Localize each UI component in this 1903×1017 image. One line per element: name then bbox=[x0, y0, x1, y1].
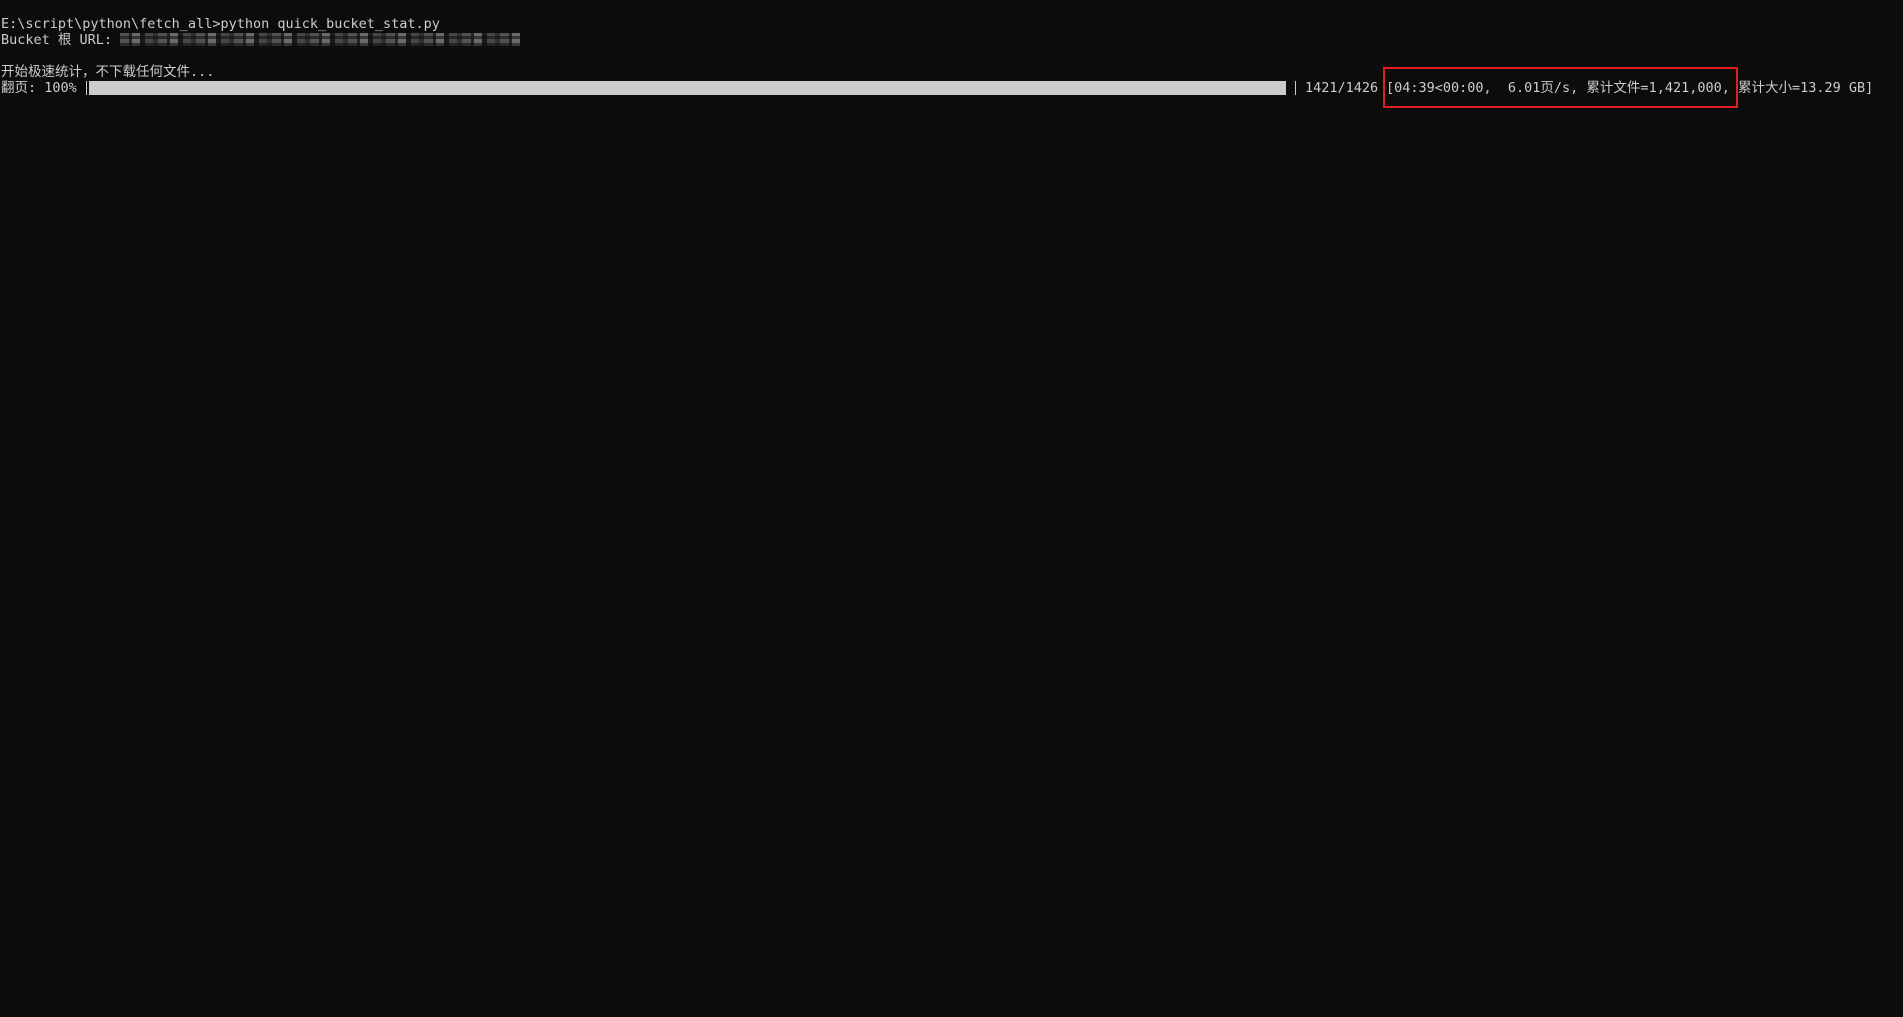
prompt-path: E:\script\python\fetch_all> bbox=[1, 16, 221, 32]
progress-count: 1421/1426 bbox=[1305, 80, 1379, 96]
progress-bar bbox=[86, 80, 1296, 95]
progress-label: 翻页: 100% bbox=[1, 80, 77, 96]
command-text: python quick_bucket_stat.py bbox=[220, 16, 440, 32]
progress-stats: [04:39<00:00, 6.01页/s, 累计文件=1,421,000, 累… bbox=[1386, 80, 1874, 96]
progress-bar-left-edge bbox=[86, 81, 87, 95]
bucket-url-label: Bucket 根 URL: bbox=[1, 32, 121, 48]
progress-bar-fill bbox=[89, 81, 1286, 95]
console-window[interactable]: E:\script\python\fetch_all>python quick_… bbox=[0, 0, 1903, 1017]
progress-line: 翻页: 100% 1421/1426 [04:39<00:00, 6.01页/s… bbox=[1, 80, 1873, 96]
start-message: 开始极速统计，不下载任何文件... bbox=[1, 64, 215, 80]
command-line: E:\script\python\fetch_all>python quick_… bbox=[1, 16, 440, 32]
progress-bar-right-edge bbox=[1295, 81, 1296, 95]
redacted-url bbox=[120, 33, 521, 46]
bucket-url-line: Bucket 根 URL: bbox=[1, 32, 521, 48]
